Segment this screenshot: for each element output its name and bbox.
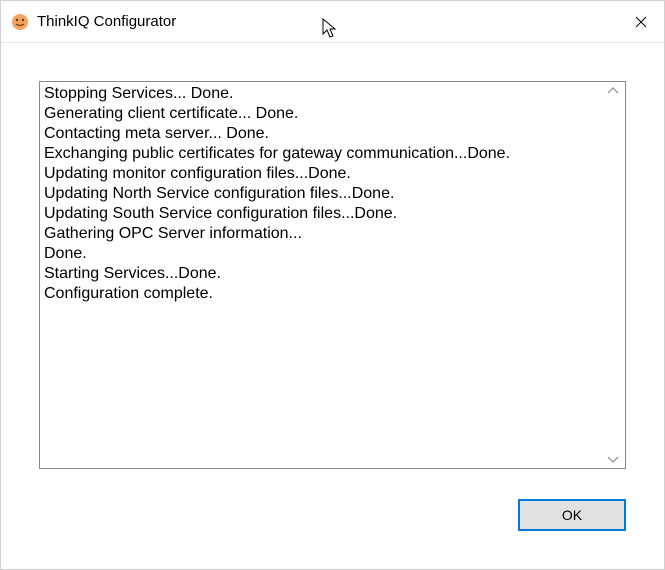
titlebar: ThinkIQ Configurator bbox=[1, 1, 664, 43]
scroll-up-icon[interactable] bbox=[605, 86, 621, 94]
window-title: ThinkIQ Configurator bbox=[37, 13, 618, 30]
scroll-down-icon[interactable] bbox=[605, 456, 621, 464]
close-icon bbox=[635, 16, 647, 28]
log-output: Stopping Services... Done. Generating cl… bbox=[39, 81, 626, 469]
ok-button[interactable]: OK bbox=[518, 499, 626, 531]
window: ThinkIQ Configurator Stopping Services..… bbox=[0, 0, 665, 570]
button-row: OK bbox=[39, 469, 626, 549]
close-button[interactable] bbox=[618, 1, 664, 42]
content-area: Stopping Services... Done. Generating cl… bbox=[1, 43, 664, 569]
app-icon bbox=[11, 13, 29, 31]
log-text: Stopping Services... Done. Generating cl… bbox=[40, 82, 625, 306]
